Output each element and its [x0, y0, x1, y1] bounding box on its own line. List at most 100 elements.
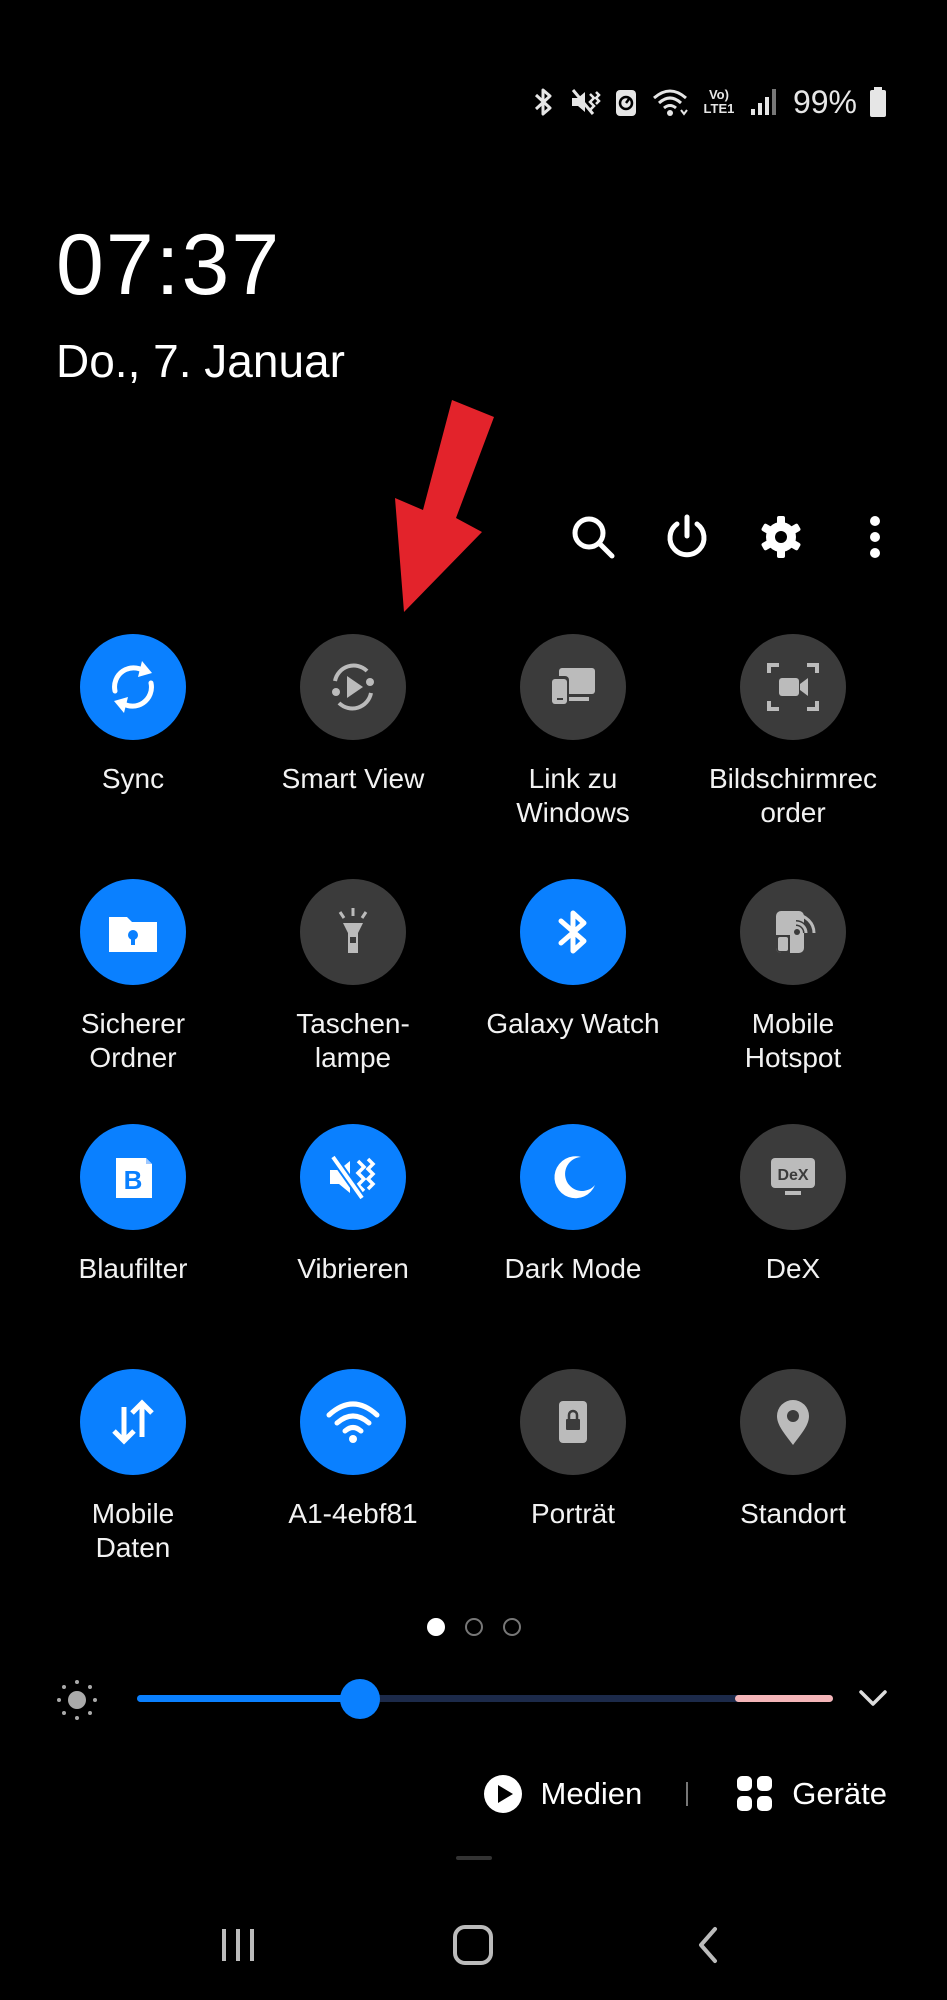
blue-filter-icon: B	[104, 1148, 162, 1206]
tile-toggle[interactable]: B	[80, 1124, 186, 1230]
page-dot-2[interactable]	[464, 1618, 483, 1636]
tile-link-zu-windows[interactable]: Link zu Windows	[463, 634, 683, 830]
brightness-thumb[interactable]	[339, 1679, 380, 1719]
clock-time[interactable]: 07:37	[56, 222, 281, 308]
devices-label: Geräte	[792, 1776, 887, 1811]
more-options-button[interactable]	[843, 505, 907, 569]
bluetooth-icon	[544, 903, 602, 961]
status-bar: Vo) LTE1 99%	[531, 80, 887, 124]
clock-date[interactable]: Do., 7. Januar	[56, 338, 345, 384]
tile-sync[interactable]: Sync	[23, 634, 243, 796]
tile-smart-view[interactable]: Smart View	[243, 634, 463, 796]
tile-toggle[interactable]	[520, 879, 626, 985]
tile-toggle[interactable]	[520, 1369, 626, 1475]
home-icon	[453, 1925, 494, 1965]
link-windows-icon	[543, 657, 603, 717]
battery-percent: 99%	[792, 83, 857, 120]
home-button[interactable]	[433, 1905, 513, 1985]
back-icon	[699, 1927, 718, 1963]
vibrate-status-icon	[571, 89, 601, 115]
more-vert-icon	[870, 516, 880, 558]
tile-toggle[interactable]	[80, 1369, 186, 1475]
tile-label: Dark Mode	[504, 1253, 642, 1284]
dex-icon: DeX	[763, 1147, 823, 1207]
quick-settings-panel: Vo) LTE1 99% 07:37 Do., 7. Januar Sync S…	[0, 0, 947, 1885]
tile-label: DeX	[765, 1253, 821, 1284]
tile-label: Smart View	[281, 763, 425, 794]
vibrate-icon	[324, 1148, 382, 1206]
tile-taschen-lampe[interactable]: Taschen- lampe	[243, 879, 463, 1075]
page-dot-3[interactable]	[502, 1618, 521, 1636]
red-arrow-annotation	[395, 400, 494, 612]
tile-blaufilter[interactable]: B Blaufilter	[23, 1124, 243, 1286]
tile-toggle[interactable]	[740, 634, 846, 740]
tile-a1-4ebf81[interactable]: A1-4ebf81	[243, 1369, 463, 1531]
tile-toggle[interactable]	[520, 634, 626, 740]
tile-toggle[interactable]	[520, 1124, 626, 1230]
devices-grid-icon	[737, 1776, 773, 1811]
back-button[interactable]	[669, 1905, 749, 1985]
tile-label: Mobile Daten	[91, 1498, 175, 1563]
smart-view-icon	[323, 657, 383, 717]
portrait-lock-icon	[544, 1393, 602, 1451]
tile-toggle[interactable]	[300, 1124, 406, 1230]
tile-label: Standort	[740, 1498, 846, 1529]
tile-toggle[interactable]	[300, 879, 406, 985]
tile-label: Link zu Windows	[516, 763, 630, 828]
sync-icon	[104, 658, 162, 716]
media-button[interactable]: Medien	[483, 1774, 642, 1814]
tile-toggle[interactable]	[80, 879, 186, 985]
wifi-icon	[324, 1393, 382, 1451]
brightness-slider[interactable]	[137, 1679, 833, 1719]
tile-toggle[interactable]	[740, 879, 846, 985]
recents-button[interactable]	[198, 1905, 278, 1985]
tile-vibrieren[interactable]: Vibrieren	[243, 1124, 463, 1286]
page-dot-1[interactable]	[426, 1618, 445, 1636]
tile-label: A1-4ebf81	[288, 1498, 418, 1529]
tile-toggle[interactable]	[300, 1369, 406, 1475]
power-icon	[667, 514, 707, 558]
tile-dark-mode[interactable]: Dark Mode	[463, 1124, 683, 1286]
tile-toggle[interactable]	[300, 634, 406, 740]
quick-panel-toolbar	[561, 505, 907, 569]
tile-mobile-hotspot[interactable]: Mobile Hotspot	[683, 879, 903, 1075]
wifi-status-icon	[652, 89, 688, 116]
tile-porträt[interactable]: Porträt	[463, 1369, 683, 1531]
tile-mobile-daten[interactable]: Mobile Daten	[23, 1369, 243, 1565]
bluetooth-status-icon	[534, 88, 552, 116]
page-indicator	[0, 1618, 947, 1636]
tile-toggle[interactable]	[80, 634, 186, 740]
navigation-bar	[0, 1890, 947, 2000]
gear-icon	[761, 516, 801, 558]
expand-button[interactable]	[851, 1676, 895, 1720]
tile-label: Galaxy Watch	[486, 1008, 660, 1039]
devices-button[interactable]: Geräte	[736, 1775, 887, 1813]
tile-toggle[interactable]: DeX	[740, 1124, 846, 1230]
tile-label: Porträt	[530, 1498, 616, 1529]
tile-dex[interactable]: DeX DeX	[683, 1124, 903, 1286]
power-button[interactable]	[655, 505, 719, 569]
tile-label: Bildschirmrec order	[708, 763, 878, 828]
dex-icon-text: DeX	[777, 1167, 808, 1184]
search-button[interactable]	[561, 505, 625, 569]
tile-label: Vibrieren	[297, 1253, 409, 1284]
battery-icon	[870, 87, 886, 117]
tile-toggle[interactable]	[740, 1369, 846, 1475]
brightness-row	[55, 1676, 895, 1720]
chevron-down-icon	[859, 1690, 887, 1706]
separator	[686, 1782, 689, 1806]
screen-recorder-icon	[763, 657, 823, 717]
play-circle-icon	[483, 1775, 522, 1813]
tile-galaxy-watch[interactable]: Galaxy Watch	[463, 879, 683, 1041]
panel-drag-handle[interactable]	[456, 1856, 492, 1860]
tile-bildschirmrec-order[interactable]: Bildschirmrec order	[683, 634, 903, 830]
recents-icon	[221, 1929, 254, 1961]
secure-folder-icon	[104, 903, 162, 961]
tile-standort[interactable]: Standort	[683, 1369, 903, 1531]
data-saver-icon	[615, 90, 636, 116]
blue-filter-letter: B	[124, 1165, 143, 1195]
brightness-high-range	[735, 1695, 833, 1702]
tile-sicherer-ordner[interactable]: Sicherer Ordner	[23, 879, 243, 1075]
tile-label: Sync	[101, 763, 165, 794]
settings-button[interactable]	[749, 505, 813, 569]
